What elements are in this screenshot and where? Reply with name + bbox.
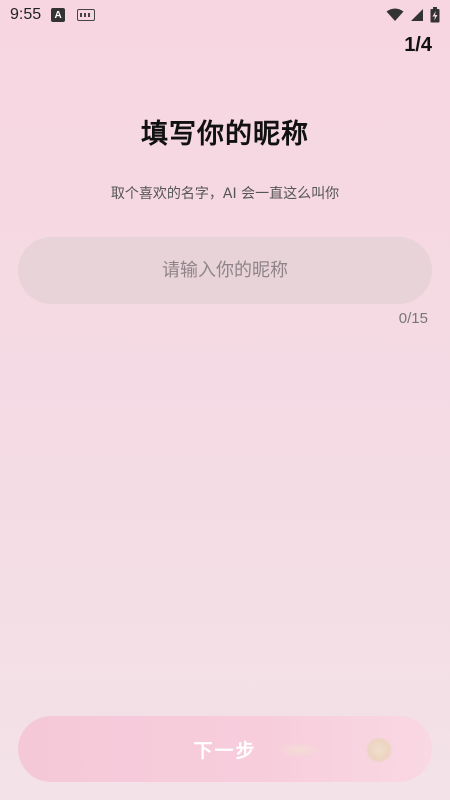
keyboard-icon <box>77 9 96 21</box>
decoration-blob <box>364 738 394 762</box>
next-button-label: 下一步 <box>193 739 257 762</box>
char-counter: 0/15 <box>398 310 428 327</box>
status-left-icons: A <box>51 8 96 22</box>
signal-icon <box>411 9 423 21</box>
status-time: 9:55 <box>10 6 42 23</box>
status-bar: 9:55 A <box>0 0 450 30</box>
page-subtitle: 取个喜欢的名字，AI 会一直这么叫你 <box>110 186 340 202</box>
status-right-icons <box>386 7 440 23</box>
next-button[interactable]: 下一步 <box>18 716 432 782</box>
step-indicator: 1/4 <box>404 34 432 56</box>
decoration-blob <box>276 742 322 758</box>
battery-charging-icon <box>430 7 440 23</box>
a-notification-icon: A <box>51 8 66 22</box>
page-title: 填写你的昵称 <box>141 119 309 150</box>
nickname-input[interactable] <box>18 237 432 304</box>
wifi-icon <box>386 8 404 21</box>
